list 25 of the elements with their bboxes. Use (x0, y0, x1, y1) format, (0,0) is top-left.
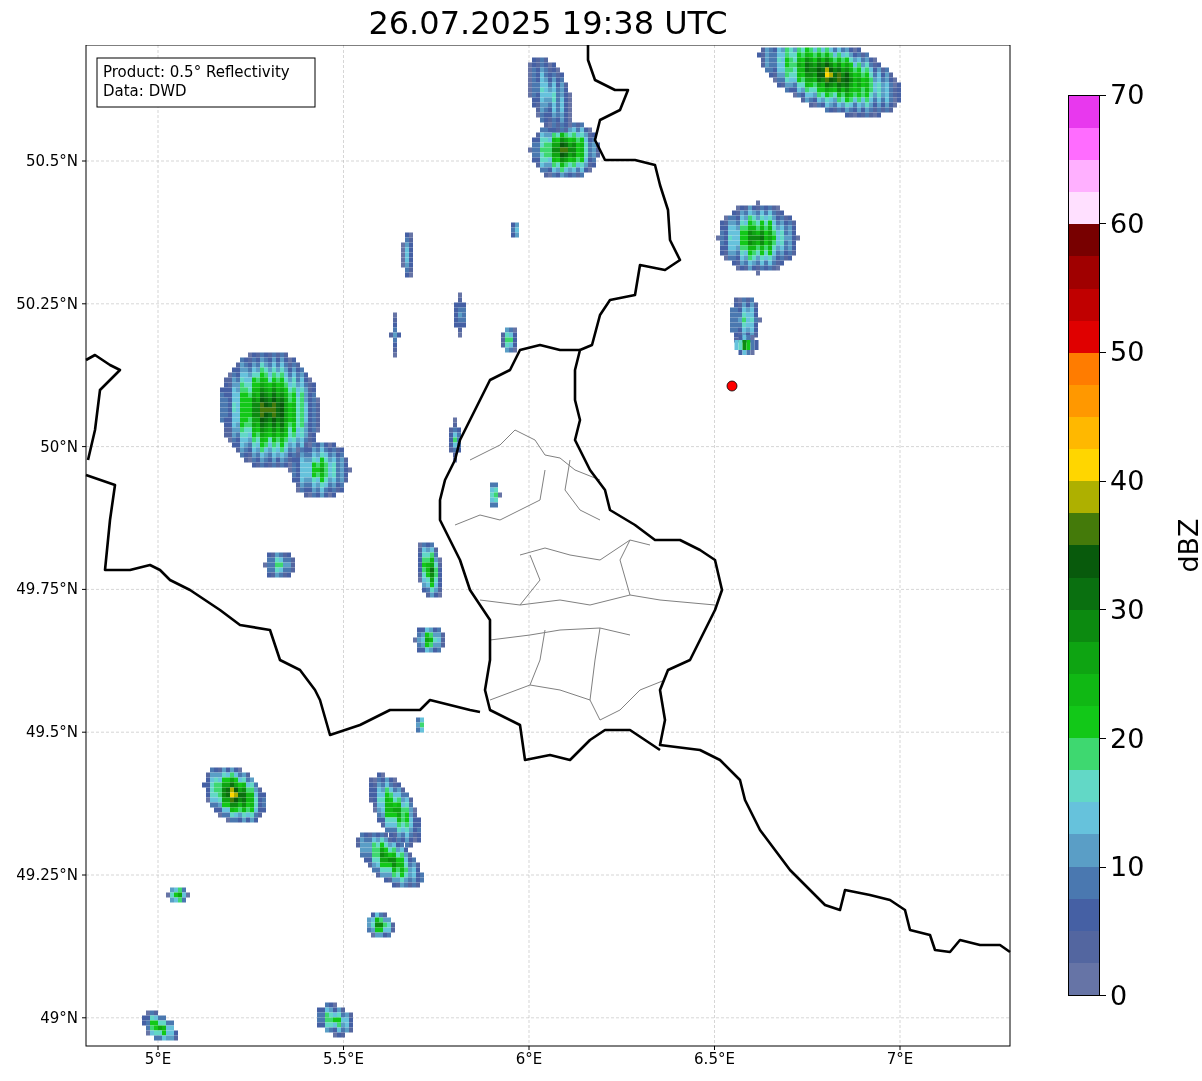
x-tick-label: 6.5°E (694, 1050, 735, 1068)
x-tick-label: 5.5°E (323, 1050, 364, 1068)
y-tick-label: 49.25°N (16, 866, 78, 884)
y-tick-label: 49.75°N (16, 580, 78, 599)
y-tick-label: 50°N (40, 437, 78, 456)
x-tick-label: 5°E (144, 1050, 172, 1068)
y-tick-label: 49°N (40, 1008, 78, 1027)
info-text: Product: 0.5° Reflectivity (103, 63, 290, 81)
colorbar-tick-label: 10 (1110, 852, 1145, 883)
colorbar-tick-label: 20 (1110, 723, 1145, 754)
y-tick-label: 49.5°N (25, 723, 78, 742)
colorbar-tick-label: 30 (1110, 594, 1145, 625)
x-tick-label: 6°E (515, 1050, 543, 1068)
plot-title: 26.07.2025 19:38 UTC (368, 3, 728, 42)
x-tick-label: 7°E (886, 1050, 914, 1068)
colorbar-tick-label: 40 (1110, 466, 1145, 497)
colorbar-label: dBZ (1172, 518, 1202, 573)
colorbar-tick-label: 60 (1110, 208, 1145, 239)
location-dot (726, 380, 738, 392)
colorbar-tick-label: 0 (1110, 980, 1128, 1011)
y-tick-label: 50.25°N (16, 294, 78, 313)
info-text: Data: DWD (103, 82, 187, 100)
colorbar-tick-label: 70 (1110, 80, 1145, 110)
colorbar-tick-label: 50 (1110, 337, 1145, 368)
y-tick-label: 50.5°N (25, 152, 78, 170)
